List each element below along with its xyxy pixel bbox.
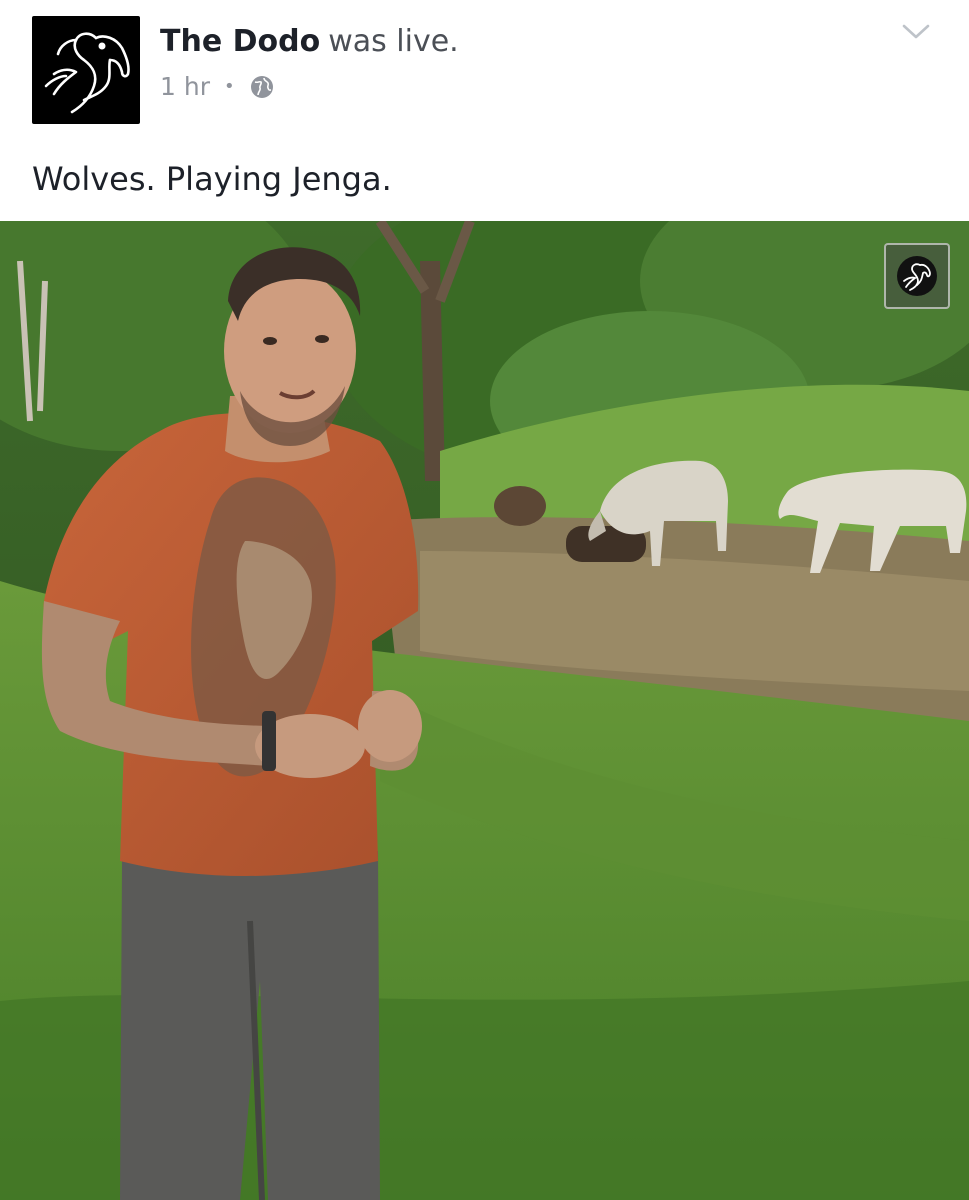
post-timestamp[interactable]: 1 hr [160,72,210,101]
dodo-logo-icon [897,256,937,296]
post-meta: 1 hr • [160,72,275,101]
chevron-down-icon[interactable] [901,22,931,42]
meta-separator: • [223,76,235,97]
live-status-text: was live. [328,24,459,59]
video-frame-image [0,221,969,1200]
dodo-logo-icon [44,32,130,114]
post-headline: The Dodo was live. [160,24,459,59]
post-header: The Dodo was live. 1 hr • [0,0,969,140]
post-message: Wolves. Playing Jenga. [32,160,392,198]
page-name-link[interactable]: The Dodo [160,24,320,59]
page-avatar[interactable] [32,16,140,124]
dodo-watermark [884,243,950,309]
live-video-player[interactable] [0,221,969,1200]
globe-icon [250,75,273,98]
